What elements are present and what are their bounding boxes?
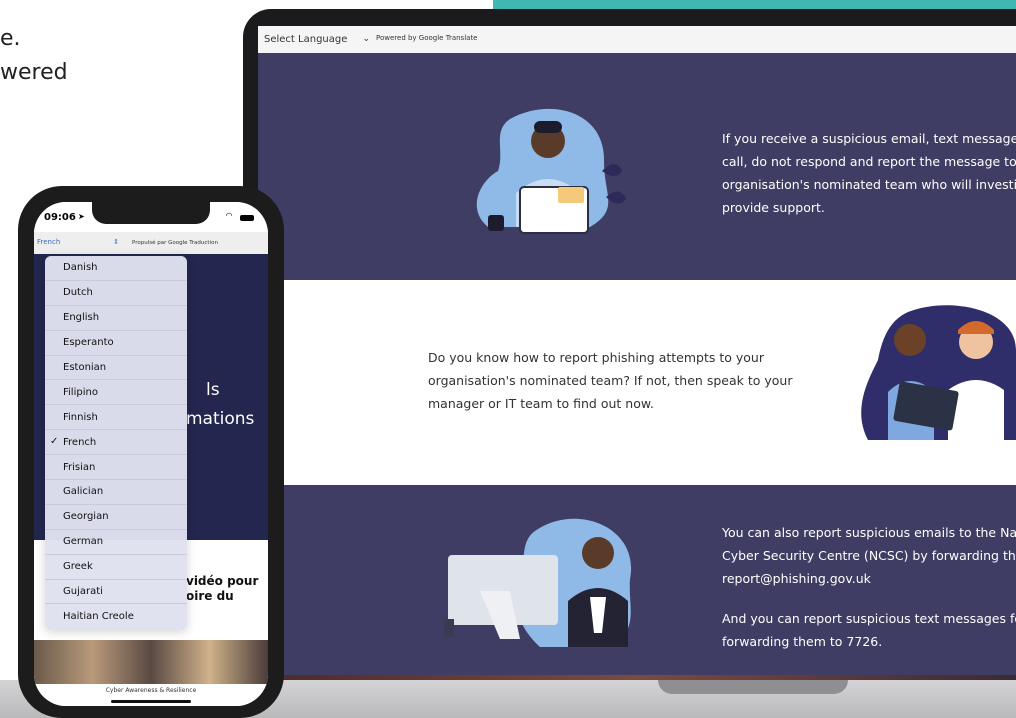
section3-text1: You can also report suspicious emails to… bbox=[722, 525, 1016, 586]
checkmark-icon: ✓ bbox=[50, 436, 59, 448]
phone-photo bbox=[34, 640, 268, 684]
language-option-label: Dutch bbox=[63, 287, 93, 299]
language-option[interactable]: Frisian bbox=[45, 455, 187, 481]
language-option-label: Greek bbox=[63, 561, 93, 573]
location-arrow-icon: ➤ bbox=[78, 212, 85, 221]
language-option[interactable]: Danish bbox=[45, 256, 187, 281]
section1-text: If you receive a suspicious email, text … bbox=[722, 131, 1016, 215]
phone-video-text2: oire du bbox=[186, 589, 234, 603]
google-translate-bar: Select Language ⌄ Powered by Google Tran… bbox=[258, 26, 1016, 54]
section-report-phishing: Do you know how to report phishing attem… bbox=[258, 280, 1016, 485]
language-option[interactable]: English bbox=[45, 306, 187, 331]
language-option-label: German bbox=[63, 536, 104, 548]
phone-language-select-value: French bbox=[37, 238, 61, 246]
background-text-line1: e. bbox=[0, 26, 21, 51]
phone-powered-by[interactable]: Propulsé par Google Traduction bbox=[132, 240, 218, 246]
language-option-label: Filipino bbox=[63, 386, 98, 398]
language-option-label: French bbox=[63, 436, 97, 448]
powered-by-google[interactable]: Powered by Google Translate bbox=[376, 34, 478, 42]
section2-text: Do you know how to report phishing attem… bbox=[428, 350, 793, 411]
language-option[interactable]: Galician bbox=[45, 480, 187, 505]
wifi-icon: ◠ bbox=[226, 211, 233, 220]
language-option-label: Estonian bbox=[63, 362, 107, 373]
language-option-label: English bbox=[63, 312, 100, 324]
language-option[interactable]: German bbox=[45, 530, 187, 555]
person-desktop-illustration bbox=[444, 518, 632, 647]
status-time: 09:06 bbox=[44, 212, 76, 223]
laptop-screen: Select Language ⌄ Powered by Google Tran… bbox=[258, 26, 1016, 680]
phone-hero-text1: ls bbox=[206, 380, 220, 400]
section-suspicious-messages: If you receive a suspicious email, text … bbox=[258, 53, 1016, 280]
section3-text2: And you can report suspicious text messa… bbox=[722, 611, 1016, 649]
language-select-label: Select Language bbox=[264, 33, 348, 45]
language-option[interactable]: Filipino bbox=[45, 380, 187, 406]
language-option[interactable]: Finnish bbox=[45, 405, 187, 431]
language-option-selected[interactable]: ✓ French bbox=[45, 430, 187, 456]
two-people-laptop-illustration bbox=[861, 305, 1016, 440]
language-option[interactable]: Esperanto bbox=[45, 331, 187, 356]
language-select[interactable]: Select Language ⌄ bbox=[264, 31, 370, 47]
phone-video-text1: vidéo pour bbox=[186, 574, 259, 588]
language-option[interactable]: Gujarati bbox=[45, 580, 187, 605]
person-laptop-illustration bbox=[476, 108, 626, 234]
language-option[interactable]: Georgian bbox=[45, 505, 187, 530]
section-ncsc: You can also report suspicious emails to… bbox=[258, 485, 1016, 675]
phone-language-select[interactable]: French ⇕ bbox=[37, 236, 119, 248]
battery-icon bbox=[240, 215, 254, 221]
phone-google-translate-bar: French ⇕ Propulsé par Google Traduction bbox=[34, 232, 268, 254]
background-text: e. wered bbox=[0, 22, 68, 90]
language-option-label: Esperanto bbox=[63, 337, 114, 349]
language-option-label: Galician bbox=[63, 486, 104, 498]
home-indicator bbox=[111, 700, 191, 703]
chevron-updown-icon: ⇕ bbox=[113, 238, 119, 246]
background-text-line2: wered bbox=[0, 60, 68, 85]
language-option[interactable]: Dutch bbox=[45, 281, 187, 306]
phone-hero-text2: mations bbox=[186, 409, 255, 429]
language-option-label: Gujarati bbox=[63, 586, 103, 598]
language-option-label: Frisian bbox=[63, 461, 96, 473]
language-dropdown[interactable]: Danish Dutch English Esperanto Estonian … bbox=[45, 256, 187, 630]
language-option-label: Finnish bbox=[63, 411, 98, 423]
phone-notch bbox=[92, 202, 210, 224]
language-option-label: Danish bbox=[63, 262, 98, 274]
chevron-down-icon: ⌄ bbox=[362, 34, 370, 44]
phone-footer: Cyber Awareness & Resilience bbox=[34, 684, 268, 706]
language-option[interactable]: Estonian bbox=[45, 356, 187, 381]
language-option-label: Haitian Creole bbox=[63, 611, 134, 623]
language-option[interactable]: Haitian Creole bbox=[45, 604, 187, 629]
language-option-label: Georgian bbox=[63, 511, 109, 523]
laptop-notch bbox=[658, 680, 848, 694]
phone-footer-text: Cyber Awareness & Resilience bbox=[105, 687, 197, 694]
language-option[interactable]: Greek bbox=[45, 555, 187, 580]
